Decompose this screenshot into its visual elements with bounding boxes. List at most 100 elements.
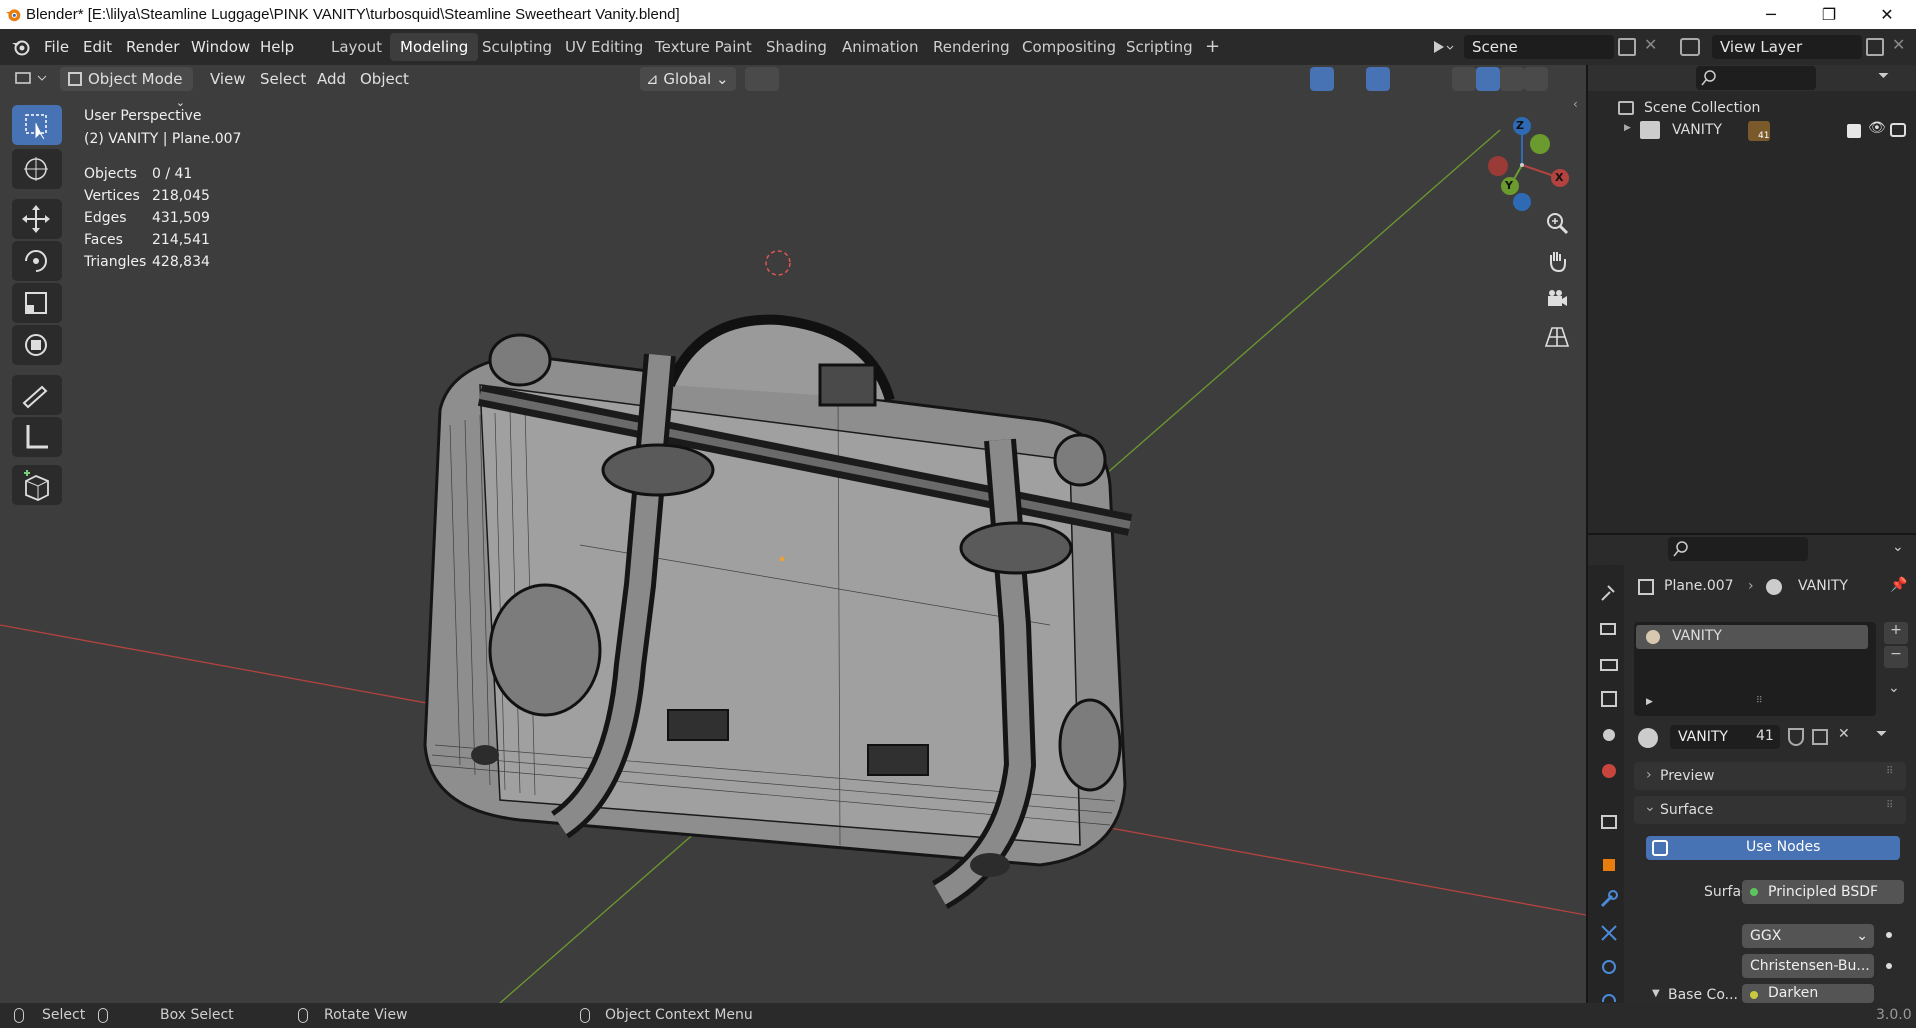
xray-toggle-icon[interactable] — [1424, 67, 1448, 91]
base-color-expand-icon[interactable]: ▼ — [1652, 988, 1660, 999]
properties-editor-type-icon[interactable] — [1606, 537, 1642, 561]
snap-increment-icon[interactable] — [815, 67, 849, 91]
slot-expand-icon[interactable]: ▶ — [1646, 697, 1653, 707]
menu-help[interactable]: Help — [260, 38, 294, 56]
menu-render[interactable]: Render — [126, 38, 179, 56]
particles-tab-icon[interactable] — [1598, 922, 1620, 944]
camera-view-icon[interactable] — [1542, 284, 1572, 314]
add-workspace-button[interactable]: + — [1195, 33, 1230, 61]
pin-icon[interactable]: 📌 — [1890, 577, 1907, 593]
subsurface-method-dropdown[interactable]: Christensen-Bu... — [1742, 954, 1874, 978]
material-users-count[interactable]: 41 — [1756, 728, 1774, 744]
gizmo-y-label[interactable]: Y — [1505, 179, 1513, 192]
rendered-shading-icon[interactable] — [1524, 67, 1548, 91]
annotate-tool[interactable] — [12, 375, 62, 415]
view-layer-tab-icon[interactable] — [1598, 688, 1620, 710]
transform-orientation-selector[interactable]: ⊿ Global ⌄ — [640, 67, 736, 91]
menu-file[interactable]: File — [44, 38, 69, 56]
pan-hand-icon[interactable] — [1542, 246, 1572, 276]
viewport-menu-object[interactable]: Object — [360, 67, 409, 91]
sidebar-toggle-icon[interactable]: ‹ — [1573, 97, 1578, 111]
outliner-item-vanity[interactable]: VANITY — [1672, 122, 1722, 138]
render-tab-icon[interactable] — [1598, 618, 1620, 640]
resize-grip-icon[interactable]: ⠿ — [1756, 696, 1763, 706]
new-view-layer-icon[interactable] — [1866, 38, 1884, 56]
3d-viewport[interactable]: Object Mode ⌄ View Select Add Object ⊿ Gl… — [0, 65, 1586, 1003]
pivot-point-icon[interactable] — [745, 67, 779, 91]
world-tab-icon[interactable] — [1598, 760, 1620, 782]
viewport-menu-view[interactable]: View — [210, 67, 246, 91]
scene-name-field[interactable]: Scene — [1464, 35, 1614, 59]
tool-tab-icon[interactable] — [1598, 582, 1620, 604]
view-layer-field[interactable]: View Layer — [1712, 35, 1862, 59]
physics-tab-icon[interactable] — [1598, 956, 1620, 978]
remove-slot-button[interactable]: − — [1884, 646, 1908, 668]
workspace-tab-animation[interactable]: Animation — [832, 33, 928, 61]
surface-shader-field[interactable]: Principled BSDF — [1742, 880, 1904, 904]
wireframe-shading-icon[interactable] — [1452, 67, 1476, 91]
minimize-button[interactable]: ─ — [1742, 0, 1800, 29]
maximize-button[interactable]: ❐ — [1800, 0, 1858, 29]
modifier-wrench-icon[interactable] — [1598, 888, 1620, 910]
exclude-checkbox[interactable] — [1847, 124, 1861, 138]
workspace-tab-sculpting[interactable]: Sculpting — [472, 33, 562, 61]
duplicate-material-icon[interactable] — [1812, 729, 1828, 745]
scene-selector-icon[interactable] — [1430, 37, 1454, 57]
workspace-tab-scripting[interactable]: Scripting — [1116, 33, 1203, 61]
select-box-tool[interactable] — [12, 105, 62, 145]
constraints-tab-icon[interactable] — [1598, 990, 1620, 1002]
add-cube-tool[interactable] — [12, 465, 62, 505]
drag-handle-icon[interactable]: ⠿ — [1886, 766, 1893, 777]
display-mode-icon[interactable] — [1646, 66, 1680, 90]
fake-user-shield-icon[interactable] — [1788, 728, 1804, 746]
menu-edit[interactable]: Edit — [83, 38, 112, 56]
scale-tool[interactable] — [12, 283, 62, 323]
mode-selector[interactable]: Object Mode ⌄ — [60, 67, 193, 109]
material-shading-icon[interactable] — [1500, 67, 1524, 91]
output-tab-icon[interactable] — [1598, 652, 1620, 674]
unlink-material-icon[interactable]: ✕ — [1838, 726, 1850, 742]
gizmo-x-label[interactable]: X — [1555, 171, 1563, 184]
new-scene-icon[interactable] — [1618, 38, 1636, 56]
proportional-edit-icon[interactable] — [862, 67, 886, 91]
workspace-tab-shading[interactable]: Shading — [756, 33, 837, 61]
visibility-eye-icon[interactable]: 👁 — [1868, 120, 1886, 136]
object-tab-icon[interactable] — [1598, 854, 1620, 876]
scene-collection-label[interactable]: Scene Collection — [1644, 100, 1760, 116]
blender-menu-icon[interactable] — [10, 37, 32, 57]
workspace-tab-compositing[interactable]: Compositing — [1012, 33, 1126, 61]
base-color-field[interactable]: Darken — [1742, 984, 1874, 1003]
add-slot-button[interactable]: + — [1884, 622, 1908, 644]
workspace-tab-modeling[interactable]: Modeling — [390, 33, 479, 61]
falloff-icon[interactable] — [888, 67, 918, 91]
visibility-eye-icon[interactable] — [1265, 67, 1299, 91]
workspace-tab-texture-paint[interactable]: Texture Paint — [645, 33, 762, 61]
move-tool[interactable] — [12, 199, 62, 239]
render-camera-icon[interactable] — [1890, 123, 1906, 137]
cursor-tool[interactable] — [12, 149, 62, 189]
zoom-icon[interactable] — [1542, 208, 1572, 238]
perspective-toggle-icon[interactable] — [1542, 322, 1572, 352]
filter-icon[interactable]: ⏷ — [1878, 68, 1889, 84]
close-window-button[interactable]: ✕ — [1858, 0, 1916, 29]
outliner-editor-type-icon[interactable] — [1602, 66, 1636, 90]
material-browse-icon[interactable] — [1638, 728, 1658, 748]
outliner-search-input[interactable] — [1696, 66, 1816, 90]
view-layer-icon[interactable] — [1680, 38, 1700, 56]
overlay-toggle-icon[interactable] — [1366, 67, 1390, 91]
material-slot-row[interactable] — [1636, 625, 1868, 649]
workspace-tab-rendering[interactable]: Rendering — [923, 33, 1020, 61]
slot-menu-chevron-icon[interactable]: ⌄ — [1888, 680, 1900, 696]
delete-scene-icon[interactable]: ✕ — [1644, 35, 1657, 54]
scene-tab-icon[interactable] — [1598, 724, 1620, 746]
drag-handle-icon-2[interactable]: ⠿ — [1886, 800, 1893, 811]
expand-arrow-icon[interactable]: ▶ — [1624, 123, 1631, 133]
measure-tool[interactable] — [12, 417, 62, 457]
distribution-dropdown[interactable]: GGX ⌄ — [1742, 924, 1874, 948]
properties-search-input[interactable] — [1668, 537, 1808, 561]
viewport-menu-add[interactable]: Add — [317, 67, 346, 91]
delete-view-layer-icon[interactable]: ✕ — [1892, 35, 1905, 54]
transform-tool[interactable] — [12, 325, 62, 365]
viewport-menu-select[interactable]: Select — [260, 67, 306, 91]
gizmo-z-label[interactable]: Z — [1516, 119, 1524, 132]
